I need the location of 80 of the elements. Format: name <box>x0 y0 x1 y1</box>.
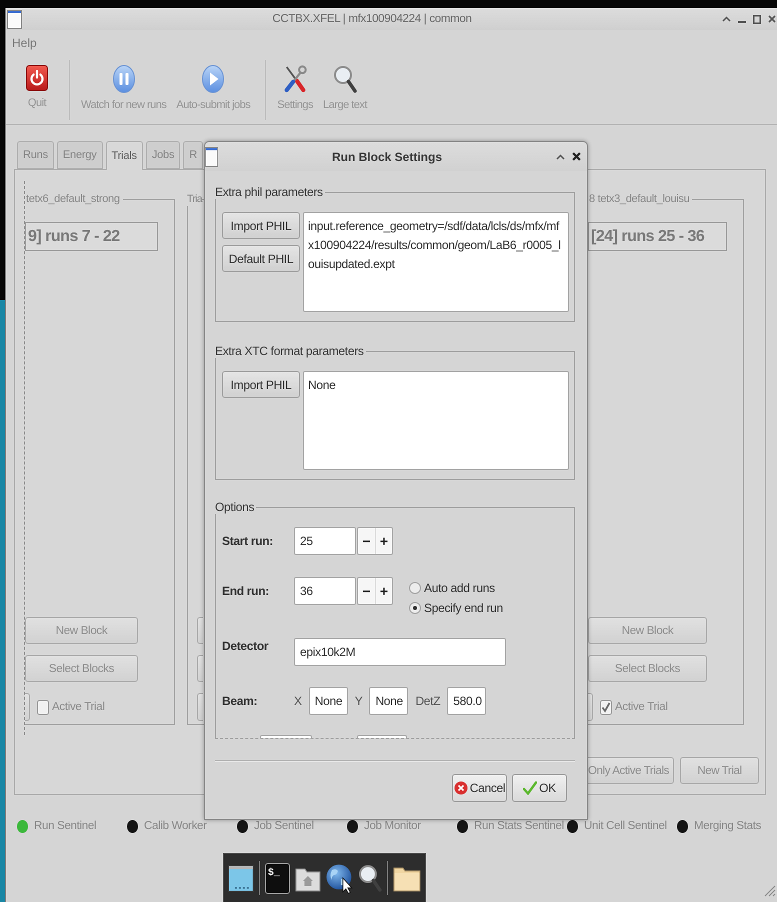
tab[interactable]: Runs <box>17 141 54 169</box>
field-label: Detector <box>222 638 270 653</box>
trial-name: Tria <box>187 192 202 206</box>
magnifier-icon <box>333 65 357 93</box>
field-label: Beam: <box>222 694 258 708</box>
magnifier-icon[interactable] <box>358 864 382 892</box>
status-label: Job Sentinel <box>254 820 314 832</box>
checkbox-label: Active Trial <box>615 701 668 713</box>
play-icon <box>202 65 224 93</box>
text-area[interactable]: None <box>303 371 569 470</box>
number-field[interactable]: None <box>369 687 408 715</box>
dialog-button[interactable]: Cancel <box>452 774 507 802</box>
radio-button[interactable] <box>409 602 421 614</box>
tab[interactable]: R <box>183 141 204 169</box>
close-icon[interactable] <box>768 15 776 23</box>
field-label: End run: <box>222 583 270 598</box>
number-field[interactable]: None <box>308 687 348 715</box>
caret-up-icon[interactable] <box>722 16 731 22</box>
phil-button[interactable]: Default PHIL <box>222 245 300 272</box>
maximize-icon[interactable] <box>753 14 761 24</box>
increment-button[interactable]: + <box>375 578 392 604</box>
status-label: Calib Worker <box>144 820 207 832</box>
dialog-title: Run Block Settings <box>330 150 443 164</box>
number-field[interactable]: 25 <box>294 527 356 555</box>
number-field[interactable]: 580.0 <box>447 687 486 715</box>
group-title: Extra phil parameters <box>215 185 324 199</box>
checkbox[interactable] <box>600 700 612 714</box>
pause-icon <box>112 65 135 93</box>
radio-button[interactable] <box>409 582 421 594</box>
status-label: Run Stats Sentinel <box>474 820 564 832</box>
globe-icon[interactable] <box>326 862 354 894</box>
tab[interactable]: Energy <box>56 141 103 169</box>
status-label: Unit Cell Sentinel <box>584 820 667 832</box>
tools-icon <box>283 65 308 93</box>
decrement-button[interactable]: − <box>358 578 375 604</box>
check-icon <box>523 781 538 795</box>
text-field[interactable]: epix10k2M <box>294 638 506 666</box>
window-icon <box>7 10 22 28</box>
menu-item[interactable]: Help <box>11 34 38 52</box>
block-action-button[interactable]: New Block <box>588 617 707 644</box>
tab[interactable]: Jobs <box>146 141 180 169</box>
phil-button[interactable]: Import PHIL <box>222 212 300 239</box>
block-action-button[interactable]: Select Blocks <box>25 655 138 682</box>
text-area[interactable]: input.reference_geometry=/sdf/data/lcls/ds/mfx/mfx100904224/results/common/geom/LaB6_r0005_louisupdated.expt <box>303 212 569 312</box>
checkbox[interactable] <box>37 700 49 714</box>
run-block-button[interactable]: [24] runs 25 - 36 <box>588 222 727 251</box>
status-label: Job Monitor <box>364 820 421 832</box>
field-label: X <box>294 694 302 708</box>
block-action-button[interactable]: New Block <box>25 617 138 644</box>
radio-label: Auto add runs <box>424 581 495 595</box>
trial-name: tetx6_default_strong <box>25 192 121 206</box>
tab[interactable]: Trials <box>106 141 143 170</box>
input-field[interactable] <box>260 735 312 738</box>
radio-label: Specify end run <box>424 601 503 615</box>
status-label: Merging Stats <box>694 820 762 832</box>
trial-name: 8 tetx3_default_louisu <box>588 192 690 206</box>
input-field[interactable] <box>357 735 407 738</box>
caret-up-icon[interactable] <box>556 154 565 160</box>
terminal-icon[interactable]: $_ <box>264 862 290 894</box>
block-action-button[interactable]: Select Blocks <box>588 655 707 682</box>
resize-grip-icon[interactable] <box>764 885 776 897</box>
field-label: Start run: <box>222 534 274 548</box>
trial-button[interactable]: New Trial <box>680 757 759 784</box>
dialog-button[interactable]: OK <box>512 774 567 802</box>
phil-button[interactable]: Import PHIL <box>222 371 300 398</box>
number-field[interactable]: 36 <box>294 577 356 605</box>
show-desktop-icon[interactable] <box>228 863 254 893</box>
close-icon[interactable] <box>572 152 581 161</box>
increment-button[interactable]: + <box>375 528 392 554</box>
decrement-button[interactable]: − <box>358 528 375 554</box>
checkbox-label: Active Trial <box>52 701 105 713</box>
field-label: Y <box>354 694 362 708</box>
field-label: DetZ <box>415 694 440 708</box>
power-icon <box>26 65 48 91</box>
group-title: Options <box>215 500 256 514</box>
x-circle-icon <box>454 781 468 795</box>
run-block-button[interactable]: 9] runs 7 - 22 <box>25 222 158 251</box>
group-title: Extra XTC format parameters <box>215 344 365 358</box>
status-label: Run Sentinel <box>34 820 96 832</box>
window-title: CCTBX.XFEL | mfx100904224 | common <box>271 13 473 25</box>
